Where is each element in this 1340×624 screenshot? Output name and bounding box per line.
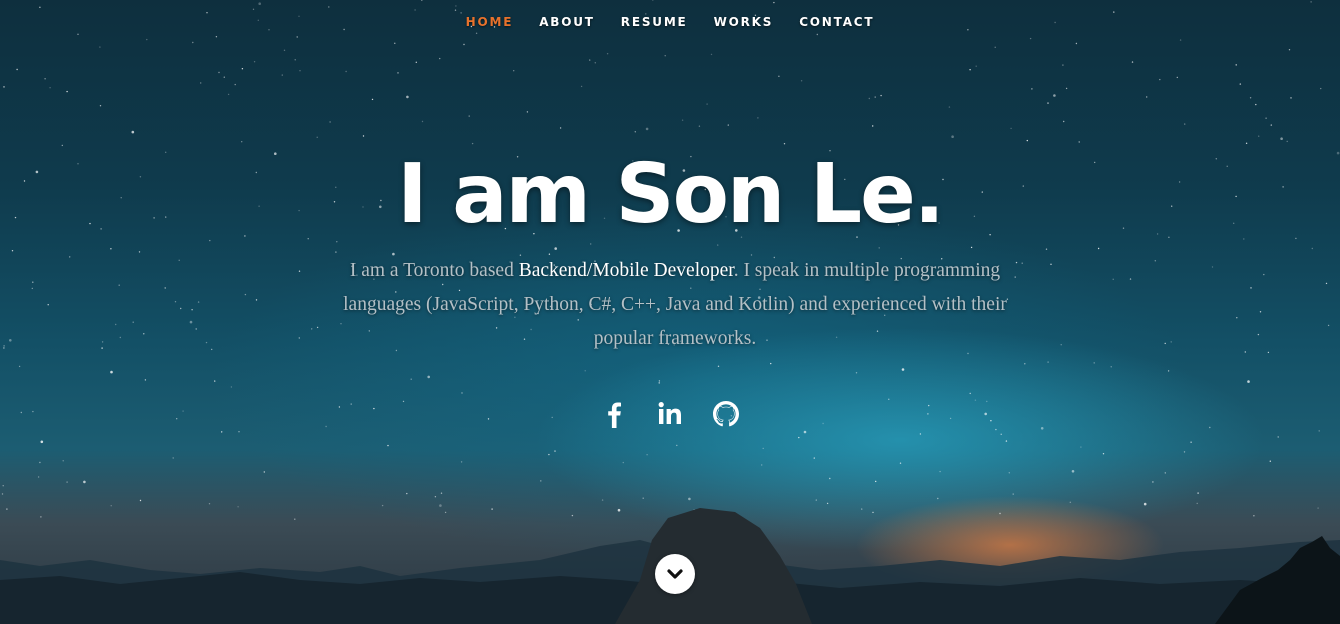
nav-contact[interactable]: CONTACT xyxy=(786,13,887,31)
scroll-down-button[interactable] xyxy=(655,554,695,594)
nav-about[interactable]: ABOUT xyxy=(526,13,608,31)
chevron-down-icon xyxy=(667,569,683,579)
nav-home[interactable]: HOME xyxy=(453,13,527,31)
facebook-icon[interactable] xyxy=(596,396,632,432)
github-icon[interactable] xyxy=(708,396,744,432)
hero-headline: I am Son Le. xyxy=(397,147,945,242)
intro-text-before: I am a Toronto based xyxy=(349,260,519,281)
nav-resume[interactable]: RESUME xyxy=(608,13,701,31)
nav-works[interactable]: WORKS xyxy=(701,13,787,31)
main-nav: HOME ABOUT RESUME WORKS CONTACT xyxy=(0,13,1340,31)
social-links xyxy=(0,396,1340,432)
hero-intro: I am a Toronto based Backend/Mobile Deve… xyxy=(330,254,1020,356)
linkedin-icon[interactable] xyxy=(652,396,688,432)
intro-highlight: Backend/Mobile Developer xyxy=(518,260,734,281)
